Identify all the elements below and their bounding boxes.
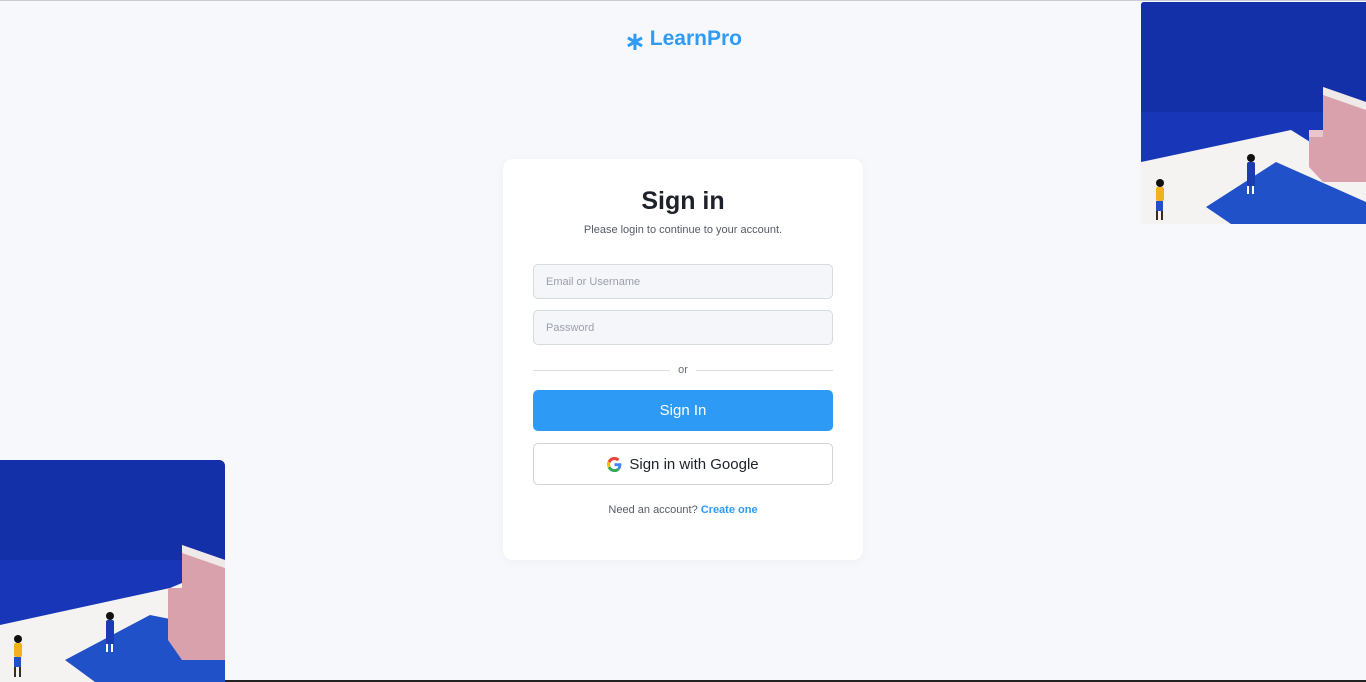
signup-prompt: Need an account? Create one xyxy=(503,504,863,516)
email-username-input[interactable] xyxy=(533,264,833,299)
page-title: Sign in xyxy=(641,187,725,215)
google-button-label: Sign in with Google xyxy=(629,455,759,473)
signup-prompt-text: Need an account? xyxy=(608,504,698,516)
brand-name: LearnPro xyxy=(649,27,742,50)
page: ∗ LearnPro Sign in Please login to conti… xyxy=(0,0,1366,682)
create-account-link[interactable]: Create one xyxy=(701,504,758,516)
divider-text: or xyxy=(678,364,688,376)
asterisk-icon: ∗ xyxy=(624,26,646,56)
decorative-illustration-top xyxy=(1141,2,1366,224)
google-sign-in-button[interactable]: Sign in with Google xyxy=(533,443,833,485)
or-divider: or xyxy=(533,363,833,377)
login-subtitle: Please login to continue to your account… xyxy=(583,224,783,236)
google-icon xyxy=(607,456,622,472)
password-input[interactable] xyxy=(533,310,833,345)
login-card: Sign in Please login to continue to your… xyxy=(503,159,863,560)
divider-line-left xyxy=(533,369,671,371)
sign-in-button[interactable]: Sign In xyxy=(533,390,833,431)
divider-line-right xyxy=(695,369,833,371)
decorative-illustration-bottom xyxy=(0,460,225,682)
